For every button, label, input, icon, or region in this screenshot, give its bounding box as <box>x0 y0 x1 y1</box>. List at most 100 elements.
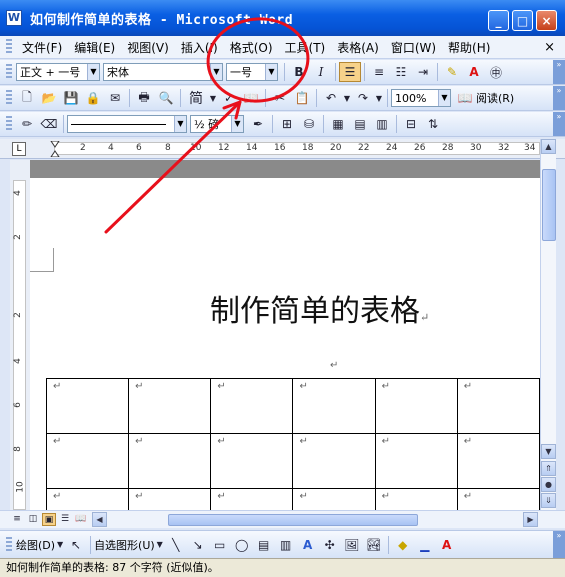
shading-icon[interactable]: ⛁ <box>298 114 320 134</box>
table-cell[interactable]: ↵ <box>45 488 130 510</box>
clip-art-icon[interactable]: 🖼 <box>341 535 363 555</box>
table-cell[interactable]: ↵ <box>456 433 540 489</box>
font-color-icon[interactable]: A <box>463 62 485 82</box>
email-icon[interactable]: ✉ <box>104 88 126 108</box>
menu-format[interactable]: 格式(O) <box>224 39 279 56</box>
menu-table[interactable]: 表格(A) <box>331 39 385 56</box>
menu-tools[interactable]: 工具(T) <box>279 39 332 56</box>
chevron-down-icon[interactable]: ▼ <box>231 116 243 132</box>
italic-button[interactable]: I <box>310 62 332 82</box>
select-objects-icon[interactable]: ↖ <box>65 535 87 555</box>
numbered-list-icon[interactable]: ≡ <box>368 62 390 82</box>
table-row[interactable]: ↵ ↵ ↵ ↵ ↵ ↵ <box>45 488 540 510</box>
chevron-down-icon[interactable]: ▼ <box>55 535 65 555</box>
menu-insert[interactable]: 插入(I) <box>175 39 224 56</box>
document-heading-text[interactable]: 制作简单的表格 <box>210 294 420 329</box>
toolbar-grip[interactable] <box>6 116 12 132</box>
save-icon[interactable]: 💾 <box>60 88 82 108</box>
next-page-icon[interactable]: ⇓ <box>541 493 556 508</box>
open-folder-icon[interactable]: 📂 <box>38 88 60 108</box>
style-combo[interactable]: 正文 + 一号 ▼ <box>16 63 100 81</box>
previous-page-icon[interactable]: ⇑ <box>541 461 556 476</box>
table-cell[interactable]: ↵ <box>45 433 130 489</box>
menu-window[interactable]: 窗口(W) <box>385 39 442 56</box>
toolbar-grip[interactable] <box>6 90 12 106</box>
table-cell[interactable]: ↵ <box>292 378 376 434</box>
toolbar-options-icon[interactable]: » <box>553 112 565 136</box>
close-button[interactable]: × <box>536 10 557 31</box>
toolbar-grip[interactable] <box>6 39 12 55</box>
print-icon[interactable]: 🖶 <box>133 88 155 108</box>
table-cell[interactable]: ↵ <box>374 378 458 434</box>
word-app-icon[interactable]: W <box>6 10 22 26</box>
font-size-combo[interactable]: 一号 ▼ <box>226 63 278 81</box>
sort-ascending-icon[interactable]: ⇅ <box>422 114 444 134</box>
table-cell[interactable]: ↵ <box>128 433 212 489</box>
table-cell[interactable]: ↵ <box>292 433 376 489</box>
toolbar-options-icon[interactable]: » <box>553 531 565 558</box>
chinese-convert-button[interactable]: 简 <box>184 88 208 108</box>
research-icon[interactable]: 📖 <box>240 88 262 108</box>
minimize-button[interactable]: _ <box>488 10 509 31</box>
draw-menu-button[interactable]: 绘图(D) <box>16 537 55 553</box>
merge-cells-icon[interactable]: ▤ <box>349 114 371 134</box>
document-table[interactable]: ↵ ↵ ↵ ↵ ↵ ↵ ↵ ↵ ↵ ↵ ↵ ↵ ↵ ↵ ↵ ↵ ↵ ↵ <box>45 378 540 510</box>
fill-color-icon[interactable]: ◆ <box>392 535 414 555</box>
cut-icon[interactable]: ✂ <box>269 88 291 108</box>
scroll-down-icon[interactable]: ▼ <box>541 444 556 459</box>
border-color-icon[interactable]: ✒ <box>247 114 269 134</box>
toolbar-grip[interactable] <box>6 64 12 80</box>
diagram-icon[interactable]: ✣ <box>319 535 341 555</box>
autoshapes-menu-button[interactable]: 自选图形(U) <box>94 537 155 553</box>
menu-help[interactable]: 帮助(H) <box>442 39 496 56</box>
print-preview-icon[interactable]: 🔍 <box>155 88 177 108</box>
scroll-left-icon[interactable]: ◀ <box>92 512 107 527</box>
table-row[interactable]: ↵ ↵ ↵ ↵ ↵ ↵ <box>45 378 540 434</box>
bullet-list-icon[interactable]: ☷ <box>390 62 412 82</box>
rectangle-icon[interactable]: ▭ <box>209 535 231 555</box>
table-cell[interactable]: ↵ <box>128 488 212 510</box>
toolbar-options-icon[interactable]: » <box>553 60 565 84</box>
horizontal-scroll-thumb[interactable] <box>168 514 418 526</box>
undo-icon[interactable]: ↶ <box>320 88 342 108</box>
vertical-text-box-icon[interactable]: ▥ <box>275 535 297 555</box>
vertical-ruler[interactable]: 4 2 2 4 6 8 10 <box>10 160 30 510</box>
wordart-icon[interactable]: A <box>297 535 319 555</box>
normal-view-icon[interactable]: ≡ <box>10 513 24 526</box>
tab-stop-selector[interactable]: L <box>12 142 26 156</box>
print-layout-icon[interactable]: ▣ <box>42 513 56 526</box>
document-area[interactable]: 制作简单的表格↵ ↵ ↵ ↵ ↵ ↵ ↵ ↵ ↵ ↵ ↵ ↵ ↵ ↵ ↵ ↵ ↵ ↵ ↵ ↵ <box>30 160 540 510</box>
table-cell[interactable]: ↵ <box>210 488 294 510</box>
phonetic-guide-icon[interactable]: ㊥ <box>485 62 507 82</box>
reading-view-icon[interactable]: 📖 <box>74 513 88 526</box>
scroll-right-icon[interactable]: ▶ <box>523 512 538 527</box>
menu-view[interactable]: 视图(V) <box>121 39 175 56</box>
eraser-icon[interactable]: ⌫ <box>38 114 60 134</box>
line-icon[interactable]: ╲ <box>165 535 187 555</box>
horizontal-scrollbar[interactable]: ≡ ◫ ▣ ☰ 📖 ◀ ▶ <box>0 510 565 528</box>
vertical-scrollbar[interactable]: ▲ ▼ ⇑ ● ⇓ <box>540 139 556 510</box>
document-close-icon[interactable]: × <box>544 40 555 55</box>
table-cell[interactable]: ↵ <box>210 433 294 489</box>
chevron-down-icon[interactable]: ▼ <box>208 88 218 108</box>
chevron-down-icon[interactable]: ▼ <box>155 535 165 555</box>
chevron-down-icon[interactable]: ▼ <box>210 64 222 80</box>
align-center-icon[interactable]: ☰ <box>339 62 361 82</box>
picture-icon[interactable]: 🏞 <box>363 535 385 555</box>
document-heading[interactable]: 制作简单的表格↵ <box>210 286 429 330</box>
distribute-rows-icon[interactable]: ⊟ <box>400 114 422 134</box>
text-box-icon[interactable]: ▤ <box>253 535 275 555</box>
document-page[interactable]: 制作简单的表格↵ ↵ ↵ ↵ ↵ ↵ ↵ ↵ ↵ ↵ ↵ ↵ ↵ ↵ ↵ ↵ ↵ ↵ ↵ ↵ <box>30 178 540 510</box>
insert-table-icon[interactable]: ▦ <box>327 114 349 134</box>
indent-marker-icon[interactable] <box>50 141 60 157</box>
chevron-down-icon[interactable]: ▼ <box>265 64 277 80</box>
table-row[interactable]: ↵ ↵ ↵ ↵ ↵ ↵ <box>45 433 540 489</box>
bold-button[interactable]: B <box>288 62 310 82</box>
chevron-down-icon[interactable]: ▼ <box>374 88 384 108</box>
line-color-icon[interactable]: ▁ <box>414 535 436 555</box>
chevron-down-icon[interactable]: ▼ <box>87 64 99 80</box>
table-cell[interactable]: ↵ <box>456 488 540 510</box>
oval-icon[interactable]: ◯ <box>231 535 253 555</box>
horizontal-ruler[interactable]: L 2 4 6 8 10 12 14 16 18 20 22 24 26 28 … <box>0 139 565 159</box>
line-style-combo[interactable]: ▼ <box>67 115 187 133</box>
